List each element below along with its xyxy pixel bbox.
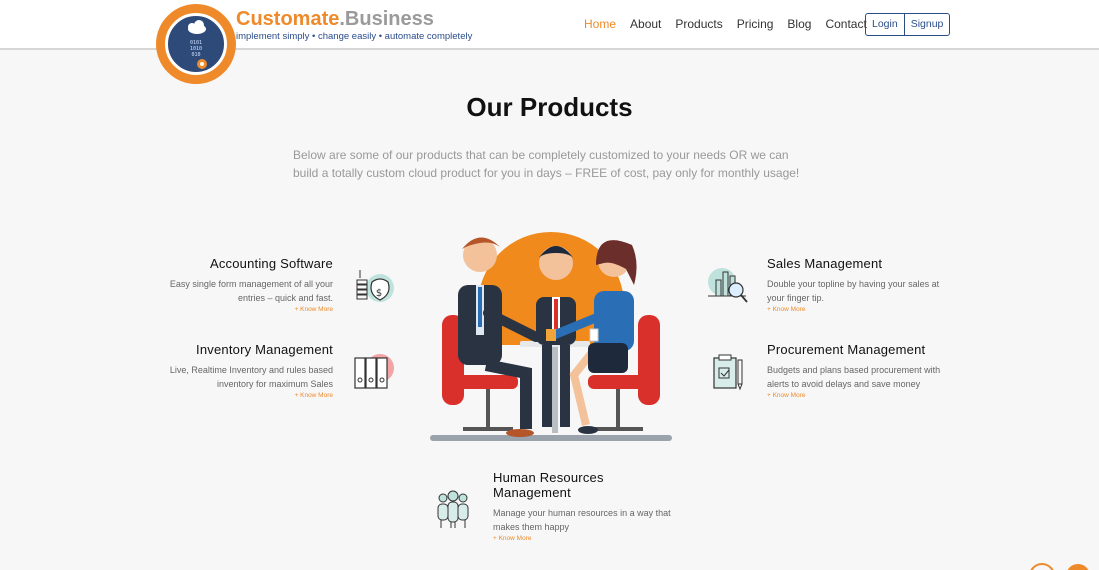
login-button[interactable]: Login — [866, 14, 904, 35]
product-sales: Sales Management Double your topline by … — [767, 256, 947, 313]
main-nav: Home About Products Pricing Blog Contact — [584, 17, 867, 31]
auth-buttons: Login Signup — [865, 13, 951, 36]
product-title: Sales Management — [767, 256, 883, 271]
product-title: Accounting Software — [209, 256, 333, 271]
product-desc: Budgets and plans based procurement with… — [767, 365, 941, 389]
product-hr: Human Resources Management Manage your hu… — [493, 470, 673, 542]
know-more-link[interactable]: + Know More — [767, 306, 947, 313]
product-accounting: Accounting Software Easy single form man… — [160, 256, 333, 313]
nav-products[interactable]: Products — [675, 17, 722, 31]
page-title: Our Products — [466, 92, 633, 122]
binders-icon — [354, 354, 394, 389]
page-lead: Below are some of our products that can … — [293, 148, 800, 180]
product-desc: Manage your human resources in a way tha… — [493, 508, 671, 532]
business-meeting-illustration — [430, 232, 672, 441]
product-title: Human Resources Management — [493, 470, 604, 500]
product-desc: Easy single form management of all your … — [169, 279, 333, 303]
cloud-code-icon: 0101 1010 010 — [188, 20, 207, 69]
nav-pricing[interactable]: Pricing — [737, 17, 774, 31]
signup-button[interactable]: Signup — [903, 14, 950, 35]
nav-about[interactable]: About — [630, 17, 661, 31]
know-more-link[interactable]: + Know More — [493, 535, 673, 542]
team-icon — [437, 490, 469, 528]
logo-badge[interactable]: 0101 1010 010 — [156, 4, 236, 84]
brand-wordmark[interactable]: Customate.Business implement simply • ch… — [236, 8, 472, 42]
svg-text:010: 010 — [191, 52, 200, 58]
clipboard-icon — [713, 354, 743, 391]
svg-text:$: $ — [376, 288, 382, 299]
know-more-link[interactable]: + Know More — [160, 306, 333, 313]
product-title: Inventory Management — [196, 342, 333, 357]
logo-inner-circle: 0101 1010 010 — [165, 13, 227, 75]
nav-home[interactable]: Home — [584, 17, 616, 31]
money-bag-icon: $ — [356, 270, 394, 302]
know-more-link[interactable]: + Know More — [767, 392, 949, 399]
product-desc: Live, Realtime Inventory and rules based… — [169, 365, 333, 389]
nav-blog[interactable]: Blog — [787, 17, 811, 31]
product-desc: Double your topline by having your sales… — [767, 279, 940, 303]
floating-action-buttons[interactable] — [1024, 560, 1099, 570]
product-title: Procurement Management — [767, 342, 926, 357]
chart-magnifier-icon — [708, 268, 748, 303]
product-procurement: Procurement Management Budgets and plans… — [767, 342, 949, 399]
nav-contact[interactable]: Contact — [825, 17, 866, 31]
brand-tagline: implement simply • change easily • autom… — [236, 31, 473, 42]
brand-name: Customate.Business — [236, 8, 434, 30]
know-more-link[interactable]: + Know More — [160, 392, 333, 399]
product-inventory: Inventory Management Live, Realtime Inve… — [160, 342, 333, 399]
